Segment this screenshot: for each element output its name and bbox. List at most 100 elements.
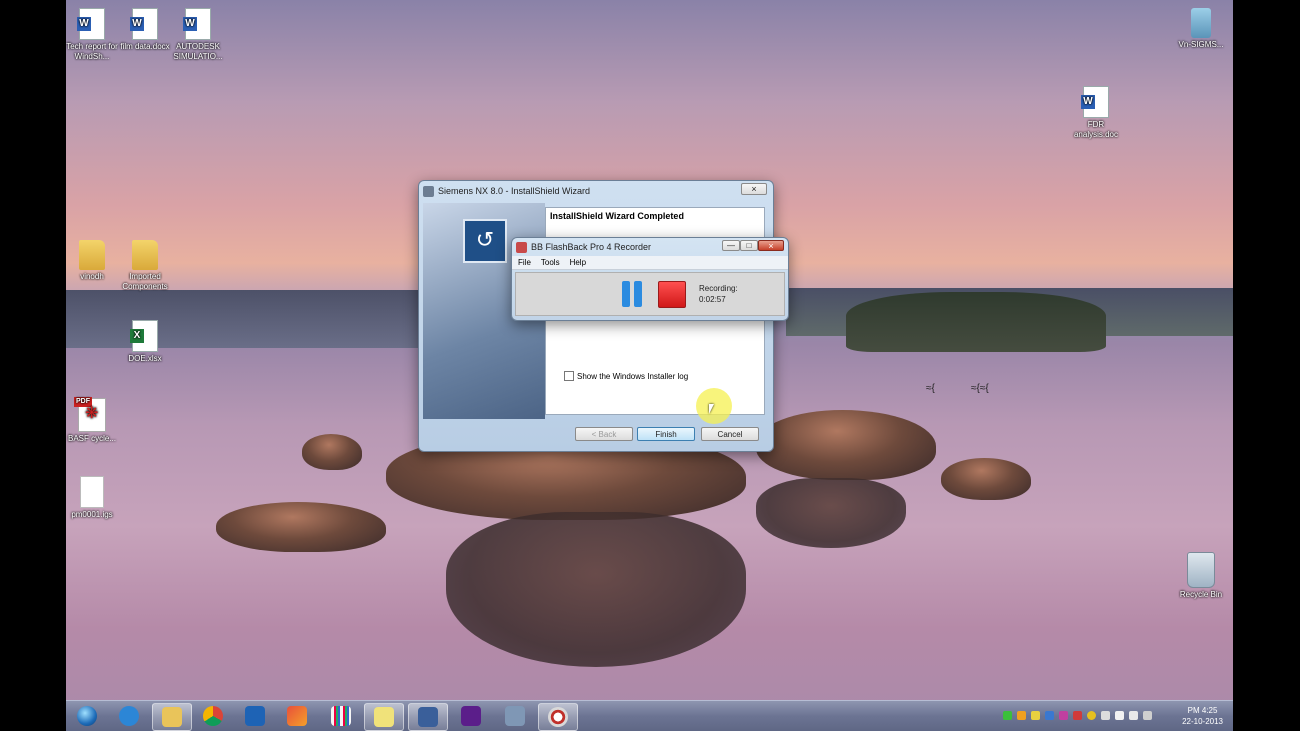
taskbar-flashback[interactable]	[538, 703, 578, 731]
recorder-panel: Recording: 0:02:57	[515, 272, 785, 316]
battery-tray-icon[interactable]	[1003, 711, 1012, 720]
taskbar-file-explorer[interactable]	[152, 703, 192, 731]
media-icon	[461, 706, 481, 726]
desktop-icon-doe[interactable]: X DOE.xlsx	[115, 320, 175, 364]
volume-tray-icon[interactable]	[1115, 711, 1124, 720]
file-explorer-icon	[162, 707, 182, 727]
folder-app-icon	[374, 707, 394, 727]
installshield-titlebar[interactable]: Siemens NX 8.0 - InstallShield Wizard ×	[419, 181, 773, 201]
desktop-icon-recycle-bin[interactable]: Recycle Bin	[1171, 552, 1231, 600]
rock-right	[756, 410, 936, 480]
desktop-icon-fdr-analysis[interactable]: W FDR analysis.doc	[1066, 86, 1126, 140]
taskbar-network[interactable]	[496, 703, 534, 729]
pdf-icon: PDF ❋	[74, 397, 106, 432]
finish-button[interactable]: Finish	[637, 427, 695, 441]
stop-button[interactable]	[658, 281, 686, 308]
recording-label: Recording:	[699, 284, 738, 293]
minimize-button[interactable]: —	[722, 240, 740, 251]
tray-icon[interactable]	[1017, 711, 1026, 720]
taskbar-clock[interactable]: PM 4:25 22-10-2013	[1182, 705, 1223, 727]
cancel-button[interactable]: Cancel	[701, 427, 759, 441]
outlook-icon	[245, 706, 265, 726]
flag-tray-icon[interactable]	[1143, 711, 1152, 720]
pause-button[interactable]	[620, 281, 646, 309]
folder-icon	[132, 240, 158, 270]
network-icon	[505, 706, 525, 726]
start-orb-icon	[77, 706, 97, 726]
taskbar: PM 4:25 22-10-2013	[66, 700, 1233, 731]
tray-icon[interactable]	[1031, 711, 1040, 720]
taskbar-media[interactable]	[452, 703, 490, 729]
rock-small	[302, 434, 362, 470]
recording-status: Recording: 0:02:57	[699, 283, 738, 305]
rock-reflection-right	[756, 478, 906, 548]
back-button[interactable]: < Back	[575, 427, 633, 441]
taskbar-internet-explorer[interactable]	[110, 703, 148, 729]
installshield-heading: InstallShield Wizard Completed	[550, 211, 684, 221]
folder-icon	[79, 240, 105, 270]
rock-reflection	[446, 512, 746, 667]
flashback-app-icon	[516, 241, 527, 253]
close-button[interactable]: ×	[758, 240, 784, 251]
menu-tools[interactable]: Tools	[541, 258, 560, 267]
flashback-recorder-window: BB FlashBack Pro 4 Recorder — □ × File T…	[511, 237, 789, 321]
taskbar-folder-app[interactable]	[364, 703, 404, 731]
menu-help[interactable]: Help	[570, 258, 586, 267]
duck-icon: ≈{	[926, 383, 935, 394]
word-doc-icon: W	[77, 8, 105, 40]
desktop-icon-autodesk[interactable]: W AUTODESK SIMULATIO...	[168, 8, 228, 62]
recorder-menubar: File Tools Help	[512, 256, 788, 270]
network-tray-icon[interactable]	[1129, 711, 1138, 720]
tray-icon[interactable]	[1073, 711, 1082, 720]
desktop-icon-film-data[interactable]: W film data.docx	[115, 8, 175, 52]
taskbar-app[interactable]	[278, 703, 316, 729]
blank-file-icon	[80, 476, 104, 508]
word-doc-icon: W	[183, 8, 211, 40]
desktop-icon-pm0001[interactable]: pm0001.igs	[66, 476, 122, 520]
tray-icon[interactable]	[1045, 711, 1054, 720]
desktop-icon-imported-components[interactable]: Imported Components	[115, 240, 175, 292]
mouse-cursor-icon	[709, 404, 714, 414]
show-log-checkbox[interactable]	[564, 371, 574, 381]
installer-icon	[418, 707, 438, 727]
start-button[interactable]	[68, 703, 106, 729]
menu-file[interactable]: File	[518, 258, 531, 267]
tray-icon[interactable]	[1101, 711, 1110, 720]
chrome-icon	[203, 706, 223, 726]
recording-elapsed: 0:02:57	[699, 295, 726, 304]
desktop-icon-tech-report[interactable]: W Tech report for WindSh...	[66, 8, 122, 62]
desktop-icon-vn-sigms[interactable]: Vn-SIGMS...	[1171, 8, 1231, 50]
rock-far-right	[941, 458, 1031, 500]
pause-icon-bar	[634, 281, 642, 307]
word-doc-icon: W	[1081, 86, 1109, 118]
close-button[interactable]: ×	[741, 183, 767, 195]
show-log-checkbox-row[interactable]: Show the Windows Installer log	[564, 371, 688, 381]
flashback-icon	[548, 707, 568, 727]
recorder-title: BB FlashBack Pro 4 Recorder	[531, 242, 652, 252]
maximize-button[interactable]: □	[740, 240, 758, 251]
taskbar-grid-app[interactable]	[322, 703, 360, 729]
word-doc-icon: W	[130, 8, 158, 40]
installshield-title: Siemens NX 8.0 - InstallShield Wizard	[438, 186, 591, 196]
cursor-highlight	[696, 388, 732, 424]
taskbar-installer[interactable]	[408, 703, 448, 731]
clock-time: PM 4:25	[1187, 706, 1218, 715]
taskbar-chrome[interactable]	[194, 703, 232, 729]
excel-icon: X	[130, 320, 158, 352]
rock-left	[216, 502, 386, 552]
tray-icon[interactable]	[1087, 711, 1096, 720]
grid-app-icon	[331, 706, 351, 726]
duck-icon: ≈{≈{	[971, 383, 989, 394]
calculator-icon	[1191, 8, 1211, 38]
tray-icon[interactable]	[1059, 711, 1068, 720]
recorder-titlebar[interactable]: BB FlashBack Pro 4 Recorder — □ ×	[512, 238, 788, 256]
show-log-label: Show the Windows Installer log	[577, 371, 689, 381]
installshield-logo-icon: ↺	[463, 219, 507, 263]
desktop: W Tech report for WindSh... W film data.…	[66, 0, 1233, 731]
installshield-app-icon	[423, 185, 434, 197]
app-icon	[287, 706, 307, 726]
desktop-icon-basf[interactable]: PDF ❋ BASF cycle...	[66, 397, 122, 444]
desktop-icon-vinodh[interactable]: vinodh	[66, 240, 122, 282]
recycle-bin-icon	[1187, 552, 1215, 588]
taskbar-outlook[interactable]	[236, 703, 274, 729]
